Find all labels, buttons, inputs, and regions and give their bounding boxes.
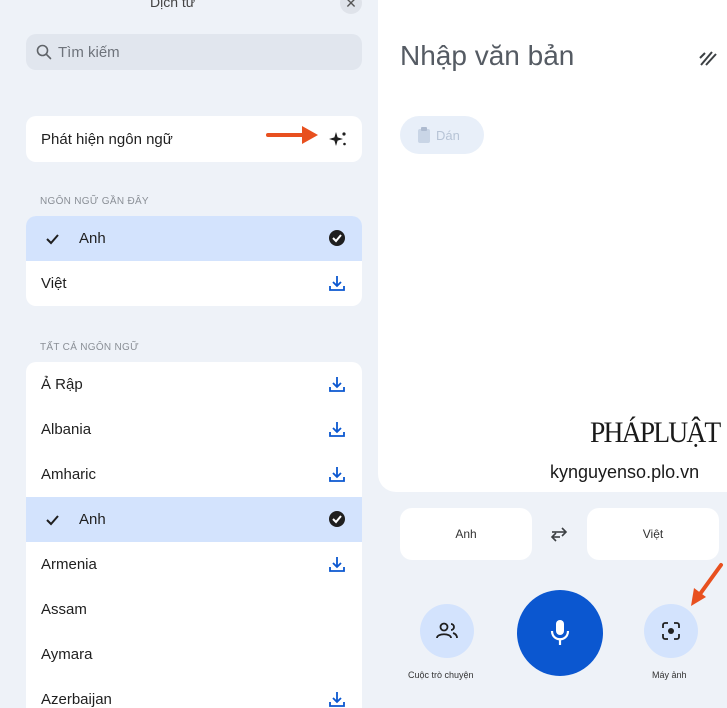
microphone-button[interactable] xyxy=(517,590,603,676)
language-picker-panel: Dịch từ ✕ Phát hiện ngôn ngữ NGÔN NGỮ GẦ… xyxy=(0,0,378,708)
target-language-button[interactable]: Việt xyxy=(587,508,719,560)
text-input-area[interactable]: Nhập văn bản Dán PHÁPLUẬT kynguyenso.plo… xyxy=(378,0,727,492)
list-item[interactable]: Amharic xyxy=(26,452,362,497)
conversation-button[interactable] xyxy=(420,604,474,658)
list-item[interactable]: Azerbaijan xyxy=(26,677,362,708)
download-icon[interactable] xyxy=(328,690,346,708)
download-icon[interactable] xyxy=(328,465,346,483)
check-circle-icon xyxy=(329,511,345,527)
text-input-placeholder[interactable]: Nhập văn bản xyxy=(400,40,574,72)
language-label: Albania xyxy=(41,421,92,438)
camera-lens-icon xyxy=(662,622,680,640)
list-item[interactable]: Anh xyxy=(26,216,362,261)
close-icon[interactable]: ✕ xyxy=(340,0,362,14)
download-icon[interactable] xyxy=(328,420,346,438)
language-label: Việt xyxy=(41,275,67,292)
source-language-button[interactable]: Anh xyxy=(400,508,532,560)
search-input[interactable] xyxy=(58,43,338,61)
language-label: Amharic xyxy=(41,466,97,483)
recent-languages-list: Anh Việt xyxy=(26,216,362,306)
translate-panel: Nhập văn bản Dán PHÁPLUẬT kynguyenso.plo… xyxy=(378,0,727,708)
language-label: Ả Rập xyxy=(41,376,83,393)
annotation-arrow-icon xyxy=(691,563,723,606)
swap-languages-icon[interactable] xyxy=(548,524,570,544)
list-item[interactable]: Anh xyxy=(26,497,362,542)
list-item[interactable]: Assam xyxy=(26,587,362,632)
language-label: Armenia xyxy=(41,556,97,573)
all-languages-list: Ả Rập Albania Amharic Anh Armenia Assam … xyxy=(26,362,362,708)
list-item[interactable]: Ả Rập xyxy=(26,362,362,407)
panel-title: Dịch từ xyxy=(150,0,196,10)
list-item[interactable]: Albania xyxy=(26,407,362,452)
list-item[interactable]: Việt xyxy=(26,261,362,306)
target-language-label: Việt xyxy=(642,527,664,541)
handwriting-icon[interactable] xyxy=(698,48,718,68)
download-icon[interactable] xyxy=(328,375,346,393)
conversation-label: Cuộc trò chuyện xyxy=(408,670,474,680)
camera-label: Máy ảnh xyxy=(652,670,687,680)
language-label: Aymara xyxy=(41,646,93,663)
download-icon[interactable] xyxy=(328,274,346,292)
download-icon[interactable] xyxy=(328,555,346,573)
sparkle-icon xyxy=(329,132,346,146)
check-circle-icon xyxy=(329,230,345,246)
detect-language-label: Phát hiện ngôn ngữ xyxy=(41,130,173,148)
language-label: Anh xyxy=(79,230,106,247)
list-item[interactable]: Armenia xyxy=(26,542,362,587)
watermark-url: kynguyenso.plo.vn xyxy=(550,462,700,482)
search-bar[interactable] xyxy=(26,34,362,70)
check-icon xyxy=(46,233,59,244)
clipboard-icon xyxy=(418,127,430,143)
language-label: Assam xyxy=(41,601,87,618)
people-icon xyxy=(436,622,458,639)
source-language-label: Anh xyxy=(455,527,477,541)
list-item[interactable]: Aymara xyxy=(26,632,362,677)
search-icon xyxy=(36,44,52,60)
paste-button[interactable]: Dán xyxy=(400,116,484,154)
microphone-icon xyxy=(550,620,570,645)
language-label: Anh xyxy=(79,511,106,528)
check-icon xyxy=(46,514,59,525)
all-languages-heading: TẤT CẢ NGÔN NGỮ xyxy=(40,342,139,353)
annotation-arrow-icon xyxy=(266,126,318,144)
paste-label: Dán xyxy=(436,127,460,143)
watermark-logo: PHÁPLUẬT xyxy=(590,416,721,449)
recent-languages-heading: NGÔN NGỮ GẦN ĐÂY xyxy=(40,196,149,207)
camera-button[interactable] xyxy=(644,604,698,658)
language-label: Azerbaijan xyxy=(41,691,112,708)
